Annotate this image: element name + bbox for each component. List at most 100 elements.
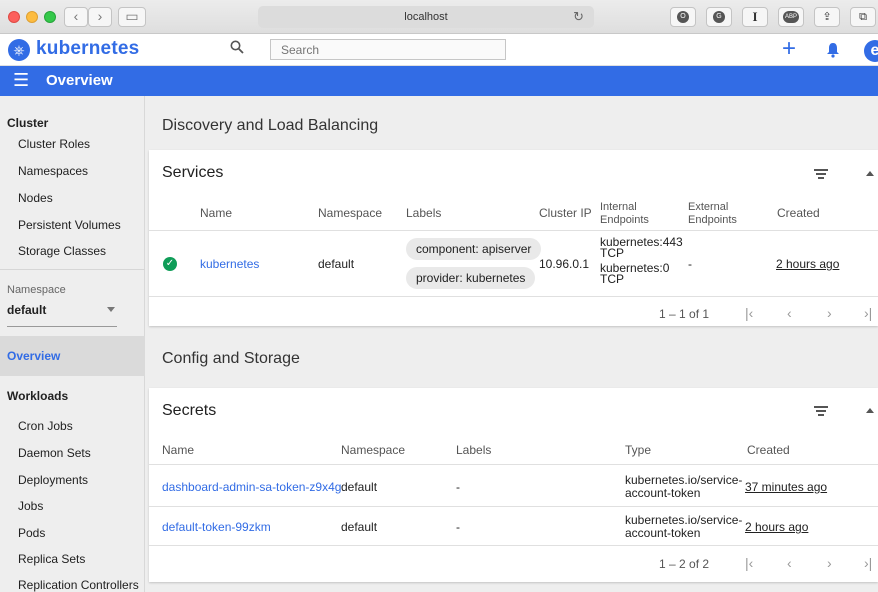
secret-created: 37 minutes ago (745, 480, 828, 494)
create-icon[interactable]: + (782, 35, 796, 63)
back-button[interactable]: ‹ (64, 7, 88, 27)
column-header-internal-endpoints: Internal Endpoints (600, 201, 649, 227)
sidebar-item-persistent-volumes[interactable]: Persistent Volumes (18, 218, 121, 232)
column-header-labels: Labels (456, 443, 492, 457)
sidebar-toggle-button[interactable]: ▭ (118, 7, 146, 27)
column-header-labels: Labels (406, 206, 442, 220)
sidebar-item-jobs[interactable]: Jobs (18, 499, 43, 513)
filter-icon[interactable] (814, 169, 828, 179)
sidebar-item-pods[interactable]: Pods (18, 526, 45, 540)
column-header-name[interactable]: Name (162, 444, 194, 457)
column-header-created[interactable]: Created (747, 444, 790, 457)
sidebar-heading-workloads[interactable]: Workloads (7, 389, 68, 403)
address-bar[interactable]: localhost ↻ (258, 6, 594, 28)
secrets-card-title: Secrets (162, 402, 217, 419)
column-header-namespace[interactable]: Namespace (341, 444, 405, 457)
column-header-type: Type (625, 443, 652, 457)
service-namespace: default (318, 257, 355, 271)
adblock-button[interactable]: ABP (778, 7, 804, 27)
secret-namespace: default (341, 520, 378, 534)
sidebar-item-replication-controllers[interactable]: Replication Controllers (18, 578, 139, 592)
sidebar-item-cron-jobs[interactable]: Cron Jobs (18, 419, 73, 433)
service-cluster-ip: 10.96.0.1 (539, 257, 590, 271)
label-chip: provider: kubernetes (406, 267, 536, 289)
secrets-card: Secrets Name Namespace Labels Type Creat… (149, 388, 878, 582)
label-chip: component: apiserver (406, 238, 542, 260)
tabs-button[interactable]: ⧉ (850, 7, 876, 27)
previous-page-button[interactable]: ‹ (787, 305, 792, 321)
column-header-namespace[interactable]: Namespace (318, 207, 382, 220)
service-name-link[interactable]: kubernetes (200, 258, 259, 271)
notifications-bell-icon[interactable] (826, 42, 840, 58)
secret-created: 2 hours ago (745, 520, 809, 534)
extension-icon-1: O (677, 11, 689, 24)
extension-icon-3: I (752, 9, 758, 24)
last-page-button[interactable]: ›| (864, 305, 872, 321)
secret-type: kubernetes.io/service- account-token (625, 514, 742, 540)
sidebar-item-nodes[interactable]: Nodes (18, 191, 53, 205)
extension-button-1[interactable]: O (670, 7, 696, 27)
share-icon: ⇪ (822, 11, 832, 23)
sidebar-heading-cluster[interactable]: Cluster (7, 116, 48, 130)
status-ok-icon: ✓ (163, 257, 177, 271)
header-divider (149, 464, 878, 465)
next-page-button[interactable]: › (827, 555, 832, 571)
account-icon[interactable]: e (864, 40, 878, 62)
app-header: ⎈ kubernetes + e (0, 34, 878, 66)
next-page-button[interactable]: › (827, 305, 832, 321)
collapse-icon[interactable] (866, 171, 874, 176)
page-title: Overview (46, 72, 113, 89)
header-divider (149, 230, 878, 231)
type-line: account-token (625, 486, 701, 500)
sidebar-item-storage-classes[interactable]: Storage Classes (18, 244, 106, 258)
sidebar-item-namespaces[interactable]: Namespaces (18, 164, 88, 178)
share-button[interactable]: ⇪ (814, 7, 840, 27)
row-divider (149, 506, 878, 507)
column-header-name[interactable]: Name (200, 207, 232, 220)
sidebar-item-cluster-roles[interactable]: Cluster Roles (18, 137, 90, 151)
namespace-select[interactable]: default (7, 303, 117, 327)
search-icon (230, 40, 244, 54)
last-page-button[interactable]: ›| (864, 555, 872, 571)
column-header-created[interactable]: Created (777, 207, 820, 220)
sidebar-divider (0, 269, 145, 270)
service-internal-endpoints: kubernetes:443 TCP kubernetes:0 TCP (600, 236, 683, 285)
previous-page-button[interactable]: ‹ (787, 555, 792, 571)
header-line: Endpoints (600, 214, 649, 226)
reload-icon[interactable]: ↻ (573, 6, 584, 28)
sidebar-item-deployments[interactable]: Deployments (18, 473, 88, 487)
search-input[interactable] (270, 39, 506, 60)
sidebar-item-replica-sets[interactable]: Replica Sets (18, 552, 85, 566)
sidebar-item-daemon-sets[interactable]: Daemon Sets (18, 446, 91, 460)
sidebar-icon: ▭ (125, 8, 139, 24)
secret-type: kubernetes.io/service- account-token (625, 474, 742, 500)
browser-toolbar: ‹ › ▭ localhost ↻ O G I ABP ⇪ ⧉ (0, 0, 878, 34)
row-divider (149, 296, 878, 297)
sidebar-item-overview[interactable]: Overview (0, 336, 145, 376)
endpoint-line: TCP (600, 246, 624, 260)
close-window-button[interactable] (8, 11, 20, 23)
column-header-cluster-ip: Cluster IP (539, 206, 592, 220)
tabs-icon: ⧉ (859, 11, 867, 23)
brand-name[interactable]: kubernetes (36, 38, 139, 60)
extension-button-3[interactable]: I (742, 7, 768, 27)
first-page-button[interactable]: |‹ (745, 305, 753, 321)
hamburger-menu-icon[interactable]: ☰ (13, 70, 29, 91)
kubernetes-logo-icon[interactable]: ⎈ (8, 39, 30, 61)
row-actions-menu-icon[interactable]: ⋮ (872, 477, 878, 493)
first-page-button[interactable]: |‹ (745, 555, 753, 571)
row-actions-menu-icon[interactable]: ⋮ (872, 254, 878, 270)
minimize-window-button[interactable] (26, 11, 38, 23)
collapse-icon[interactable] (866, 408, 874, 413)
zoom-window-button[interactable] (44, 11, 56, 23)
header-line: Endpoints (688, 214, 737, 226)
secret-name-link[interactable]: dashboard-admin-sa-token-z9x4g (162, 481, 341, 494)
column-header-external-endpoints: External Endpoints (688, 201, 737, 227)
row-actions-menu-icon[interactable]: ⋮ (872, 517, 878, 533)
secret-name-link[interactable]: default-token-99zkm (162, 521, 271, 534)
extension-button-2[interactable]: G (706, 7, 732, 27)
sidebar-item-overview-label: Overview (7, 349, 61, 363)
forward-button[interactable]: › (88, 7, 112, 27)
filter-icon[interactable] (814, 406, 828, 416)
pagination-range: 1 – 2 of 2 (659, 557, 710, 571)
